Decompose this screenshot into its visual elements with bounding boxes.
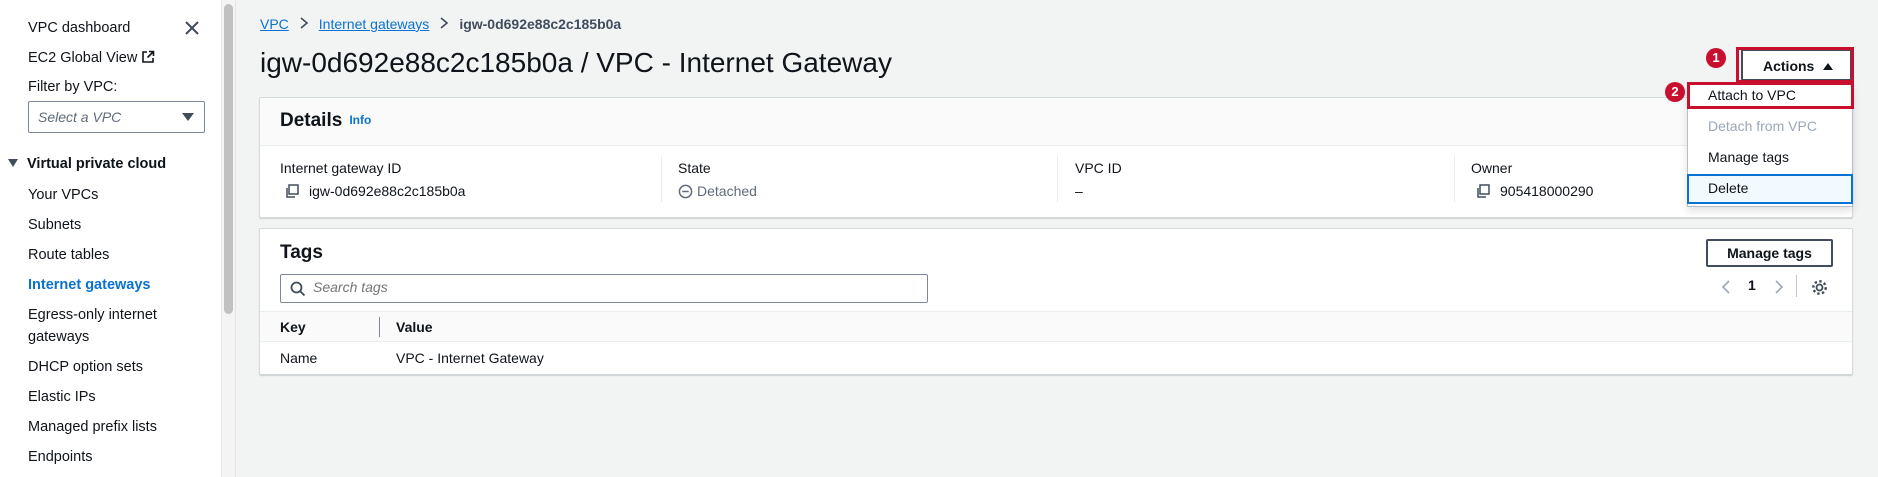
tag-key-cell: Name <box>280 350 318 366</box>
field-value: Detached <box>678 183 757 199</box>
breadcrumb-vpc[interactable]: VPC <box>260 16 289 32</box>
search-icon <box>290 281 306 297</box>
sidebar-item-route-tables[interactable]: Route tables <box>28 247 109 263</box>
menu-item-delete[interactable]: Delete <box>1708 180 1748 196</box>
field-label: Owner <box>1471 160 1513 176</box>
gear-icon[interactable] <box>1811 279 1828 296</box>
field-value: igw-0d692e88c2c185b0a <box>280 183 465 199</box>
external-link-icon <box>142 50 155 63</box>
page-title: igw-0d692e88c2c185b0a / VPC - Internet G… <box>260 47 892 78</box>
details-title: Details Info <box>280 110 371 132</box>
section-virtual-private-cloud-label: Virtual private cloud <box>27 156 167 172</box>
tags-title: Tags <box>280 242 323 263</box>
sidebar-item-managed-prefix-lists[interactable]: Managed prefix lists <box>28 419 157 435</box>
page-number[interactable]: 1 <box>1748 277 1756 293</box>
nav-ec2-global-view-label: EC2 Global View <box>28 50 138 66</box>
copy-icon[interactable] <box>1476 184 1490 198</box>
copy-icon[interactable] <box>285 184 299 198</box>
caret-down-icon <box>8 159 18 167</box>
field-owner: Owner 905418000290 <box>1471 160 1593 199</box>
divider <box>1796 275 1797 297</box>
menu-item-detach-from-vpc: Detach from VPC <box>1708 118 1817 134</box>
field-internet-gateway-id: Internet gateway ID igw-0d692e88c2c185b0… <box>280 160 465 199</box>
tags-table-header: Key Value <box>260 311 1852 342</box>
section-virtual-private-cloud[interactable]: Virtual private cloud <box>8 156 166 172</box>
sidebar-item-egress-only-internet-gateways[interactable]: Egress-only internet <box>28 307 157 323</box>
sidebar-item-elastic-ips[interactable]: Elastic IPs <box>28 389 96 405</box>
breadcrumb-internet-gateways[interactable]: Internet gateways <box>319 16 430 32</box>
sidebar-item-subnets[interactable]: Subnets <box>28 217 81 233</box>
callout-badge-2: 2 <box>1665 82 1685 102</box>
field-label: VPC ID <box>1075 160 1122 176</box>
nav-ec2-global-view[interactable]: EC2 Global View <box>28 50 155 66</box>
sidebar-item-your-vpcs[interactable]: Your VPCs <box>28 187 98 203</box>
state-value: Detached <box>697 183 757 199</box>
filter-by-vpc-label: Filter by VPC: <box>28 79 118 95</box>
info-link[interactable]: Info <box>349 113 371 127</box>
field-state: State Detached <box>678 160 757 199</box>
field-label: Internet gateway ID <box>280 160 402 176</box>
menu-item-manage-tags[interactable]: Manage tags <box>1708 149 1789 165</box>
divider <box>661 156 662 202</box>
callout-highlight-attach <box>1687 82 1854 109</box>
search-tags-field[interactable] <box>280 274 928 303</box>
nav-vpc-dashboard[interactable]: VPC dashboard <box>28 20 130 36</box>
tag-value-cell: VPC - Internet Gateway <box>396 350 544 366</box>
manage-tags-button[interactable]: Manage tags <box>1706 239 1833 267</box>
chevron-left-icon[interactable] <box>1721 280 1731 294</box>
sidebar-item-egress-only-internet-gateways-line2[interactable]: gateways <box>28 329 89 345</box>
sidebar-item-dhcp-option-sets[interactable]: DHCP option sets <box>28 359 143 375</box>
caret-down-icon <box>182 113 194 121</box>
sidebar-item-internet-gateways[interactable]: Internet gateways <box>28 277 151 293</box>
field-label: State <box>678 160 711 176</box>
column-resizer[interactable] <box>379 317 380 337</box>
tags-panel: Tags Manage tags 1 Key Value Name VPC - … <box>259 228 1853 375</box>
internet-gateway-id-value: igw-0d692e88c2c185b0a <box>309 183 466 199</box>
chevron-right-icon <box>436 16 452 32</box>
details-header: Details Info <box>260 98 1852 146</box>
sidebar-scrollbar-thumb[interactable] <box>224 4 233 314</box>
divider <box>1057 156 1058 202</box>
owner-value: 905418000290 <box>1500 183 1594 199</box>
callout-badge-1: 1 <box>1706 48 1726 68</box>
chevron-right-icon <box>296 16 312 32</box>
chevron-right-icon[interactable] <box>1774 280 1784 294</box>
close-icon[interactable] <box>182 18 202 38</box>
column-header-key[interactable]: Key <box>280 319 306 335</box>
sidebar: VPC dashboard EC2 Global View Filter by … <box>0 0 222 477</box>
sidebar-item-endpoints[interactable]: Endpoints <box>28 449 93 465</box>
column-header-value[interactable]: Value <box>396 319 433 335</box>
vpc-id-value: – <box>1075 183 1083 199</box>
details-panel: Details Info Internet gateway ID igw-0d69… <box>259 97 1853 218</box>
divider <box>1454 156 1455 202</box>
breadcrumb: VPC Internet gateways igw-0d692e88c2c185b0… <box>260 16 621 32</box>
field-value: 905418000290 <box>1471 183 1593 199</box>
search-tags-input[interactable] <box>313 279 913 295</box>
breadcrumb-current: igw-0d692e88c2c185b0a <box>459 16 622 32</box>
field-vpc-id: VPC ID – <box>1075 160 1122 199</box>
details-title-text: Details <box>280 110 343 131</box>
vpc-filter-placeholder: Select a VPC <box>38 109 122 125</box>
callout-highlight-actions <box>1736 47 1854 83</box>
vpc-filter-select[interactable]: Select a VPC <box>28 101 205 133</box>
stopped-status-icon <box>678 184 693 199</box>
